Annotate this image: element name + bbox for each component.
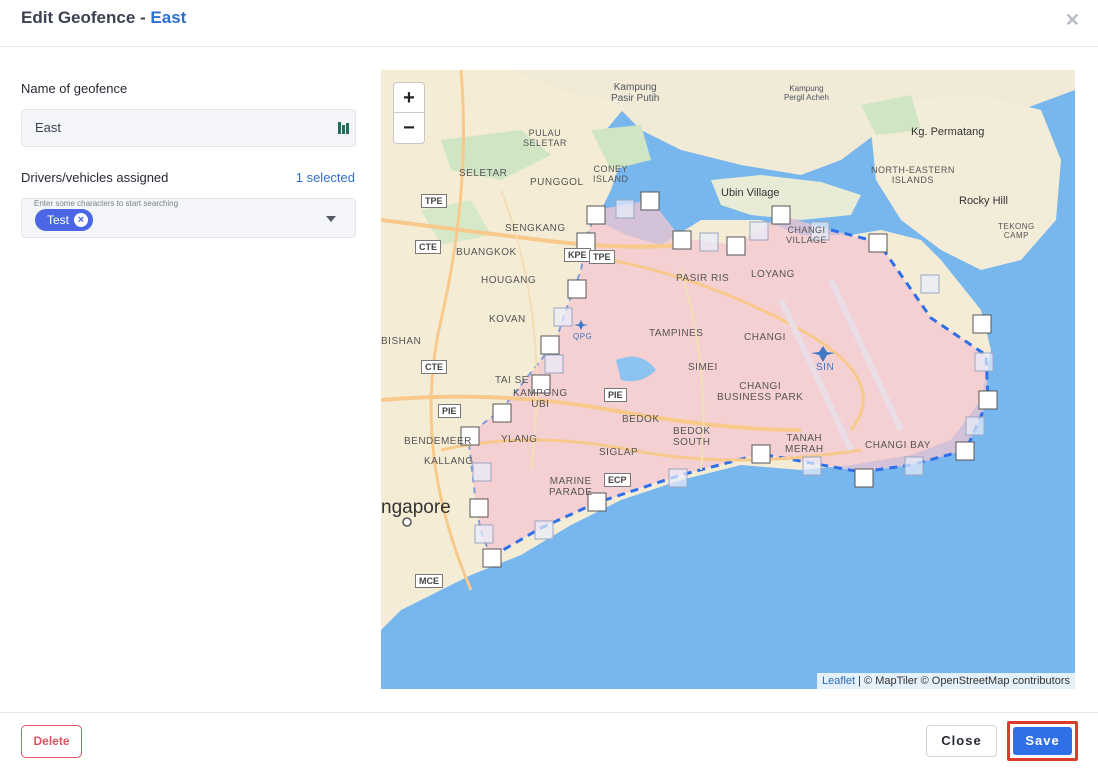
zoom-control: + − [393,82,425,144]
label-buangkok: BUANGKOK [456,247,517,258]
geofence-name-value: East [35,120,62,135]
road-sign-mce: MCE [415,574,443,588]
road-sign-kpe: KPE [564,248,591,262]
label-kampung-pergil: Kampung Pergil Acheh [784,84,829,102]
label-sengkang: SENGKANG [505,223,566,234]
close-button[interactable]: Close [926,725,997,757]
label-tekong-camp: TEKONG CAMP [998,222,1035,240]
geofence-name-title: East [150,8,187,27]
zoom-in-button[interactable]: + [394,83,424,113]
label-changi-village: CHANGI VILLAGE [786,225,828,245]
label-tanah-merah: TANAH MERAH [785,433,824,455]
label-bishan: BISHAN [381,336,422,347]
label-tai-seng: TAI SE [495,375,529,386]
label-pasir-ris: PASIR RIS [676,273,730,284]
label-singapore: ngapore [381,497,451,518]
label-rocky-hill: Rocky Hill [959,195,1008,207]
label-kg-permatang: Kg. Permatang [911,126,985,138]
label-tampines: TAMPINES [649,328,704,339]
road-sign-cte: CTE [415,240,441,254]
password-manager-icon[interactable] [338,120,349,136]
edit-geofence-modal: Edit Geofence - East ✕ Name of geofence … [0,0,1098,770]
road-sign-cte-2: CTE [421,360,447,374]
selected-chip: Test × [35,209,94,231]
label-pulau-seletar: PULAU SELETAR [523,128,567,148]
search-hint: Enter some characters to start searching [34,199,179,208]
map-attribution: Leaflet | © MapTiler © OpenStreetMap con… [817,673,1075,689]
delete-button[interactable]: Delete [21,725,82,758]
save-button[interactable]: Save [1013,727,1072,755]
label-changi-bay: CHANGI BAY [865,440,931,451]
road-sign-tpe: TPE [421,194,447,208]
save-button-highlight: Save [1007,721,1078,761]
label-kallang: KALLANG [424,456,474,467]
road-sign-pie-2: PIE [604,388,627,402]
label-bedok-south: BEDOK SOUTH [673,426,711,448]
chevron-down-icon[interactable] [326,216,336,222]
leaflet-link[interactable]: Leaflet [822,675,855,687]
label-loyang: LOYANG [751,269,795,280]
assigned-label: Drivers/vehicles assigned [21,170,169,185]
road-sign-pie: PIE [438,404,461,418]
label-changi-business-park: CHANGI BUSINESS PARK [717,381,804,403]
attribution-text: | © MapTiler © OpenStreetMap contributor… [855,675,1070,687]
name-label: Name of geofence [21,81,128,96]
label-coney-island: CONEY ISLAND [593,164,629,184]
label-north-eastern-islands: NORTH-EASTERN ISLANDS [871,165,955,185]
road-sign-ecp: ECP [604,473,631,487]
label-bendemeer: BENDEMEER [404,436,472,447]
label-bedok: BEDOK [622,414,660,425]
label-siglap: SIGLAP [599,447,639,458]
label-hougang: HOUGANG [481,275,537,286]
geofence-name-input[interactable]: East [21,109,356,147]
label-kovan: KOVAN [489,314,526,325]
map-canvas [381,70,1075,630]
label-kampong-ubi: KAMPONG UBI [513,388,568,410]
close-icon[interactable]: ✕ [1065,10,1080,31]
selected-count-link[interactable]: 1 selected [296,170,355,185]
zoom-out-button[interactable]: − [394,113,424,143]
city-dot-icon [402,517,412,527]
label-punggol: PUNGGOL [530,177,584,188]
label-changi: CHANGI [744,332,786,343]
label-kampung-pasir-putih: Kampung Pasir Putih [611,82,660,104]
road-sign-tpe-2: TPE [589,250,615,264]
remove-chip-icon[interactable]: × [74,213,89,227]
label-ubin-village: Ubin Village [721,187,780,199]
label-seletar: SELETAR [459,168,508,179]
label-marine-parade: MARINE PARADE [549,476,593,498]
geofence-map[interactable]: + − Kampung Pasir Putih Kampung Pergil A… [381,70,1075,689]
chip-label: Test [47,213,70,227]
drivers-multiselect[interactable]: Enter some characters to start searching… [21,198,356,238]
label-geylang: YLANG [501,434,538,445]
label-simei: SIMEI [688,362,718,373]
modal-title: Edit Geofence - East [21,8,186,28]
label-qpg: QPG [573,332,593,341]
label-sin-airport: SIN [816,362,835,373]
modal-header: Edit Geofence - East ✕ [0,0,1098,47]
title-prefix: Edit Geofence - [21,8,151,27]
